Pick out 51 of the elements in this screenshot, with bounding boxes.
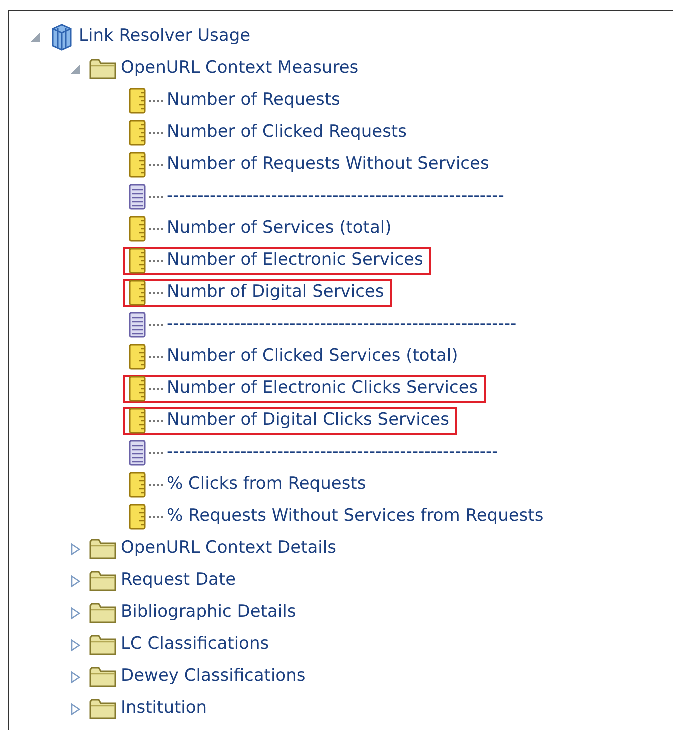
- ruler-icon: [129, 120, 147, 146]
- tree-item-label[interactable]: OpenURL Context Details: [121, 536, 336, 562]
- folder-icon: [89, 697, 117, 721]
- folder-icon: [89, 537, 117, 561]
- tree-item-label[interactable]: Number of Clicked Requests: [167, 120, 407, 146]
- tree-item-label[interactable]: Number of Electronic Clicks Services: [167, 376, 478, 402]
- expand-triangle-icon[interactable]: [68, 638, 82, 652]
- expand-triangle-icon[interactable]: [68, 542, 82, 556]
- expand-triangle-icon[interactable]: [68, 606, 82, 620]
- folder-icon: [89, 665, 117, 689]
- expand-triangle-icon[interactable]: [68, 574, 82, 588]
- tree-item-label[interactable]: Number of Requests Without Services: [167, 152, 490, 178]
- ruler-icon: [129, 408, 147, 434]
- expand-triangle-icon[interactable]: [68, 670, 82, 684]
- folder-icon: [89, 601, 117, 625]
- tree-item-label[interactable]: Number of Clicked Services (total): [167, 344, 458, 370]
- collapse-triangle-icon[interactable]: [28, 30, 42, 44]
- ruler-icon: [129, 280, 147, 306]
- list-icon: [129, 184, 147, 210]
- expand-triangle-icon[interactable]: [68, 702, 82, 716]
- tree-item-label[interactable]: Dewey Classifications: [121, 664, 306, 690]
- tree-item-label[interactable]: OpenURL Context Measures: [121, 56, 359, 82]
- tree-item-label[interactable]: ------------------------------------------------------: [167, 440, 498, 466]
- tree-item-label[interactable]: Link Resolver Usage: [79, 24, 251, 50]
- tree-item-label[interactable]: Number of Requests: [167, 88, 340, 114]
- tree-item-label[interactable]: Number of Electronic Services: [167, 248, 424, 274]
- ruler-icon: [129, 376, 147, 402]
- tree-item-label[interactable]: Request Date: [121, 568, 236, 594]
- tree-item-label[interactable]: % Clicks from Requests: [167, 472, 366, 498]
- tree-item-label[interactable]: Number of Services (total): [167, 216, 392, 242]
- folder-icon: [89, 569, 117, 593]
- ruler-icon: [129, 504, 147, 530]
- ruler-icon: [129, 248, 147, 274]
- ruler-icon: [129, 472, 147, 498]
- tree-item-label[interactable]: ---------------------------------------------------------: [167, 312, 517, 338]
- tree-item-label[interactable]: Number of Digital Clicks Services: [167, 408, 450, 434]
- tree-item-label[interactable]: % Requests Without Services from Requests: [167, 504, 544, 530]
- tree-item-label[interactable]: Numbr of Digital Services: [167, 280, 384, 306]
- tree-item-label[interactable]: Bibliographic Details: [121, 600, 296, 626]
- folder-icon: [89, 633, 117, 657]
- list-icon: [129, 440, 147, 466]
- ruler-icon: [129, 216, 147, 242]
- ruler-icon: [129, 152, 147, 178]
- folder-icon: [89, 57, 117, 81]
- ruler-icon: [129, 88, 147, 114]
- tree-item-label[interactable]: LC Classifications: [121, 632, 270, 658]
- list-icon: [129, 312, 147, 338]
- tree-item-label[interactable]: Institution: [121, 696, 208, 722]
- collapse-triangle-icon[interactable]: [68, 62, 82, 76]
- ruler-icon: [129, 344, 147, 370]
- tree-item-label[interactable]: -------------------------------------------------------: [167, 184, 504, 210]
